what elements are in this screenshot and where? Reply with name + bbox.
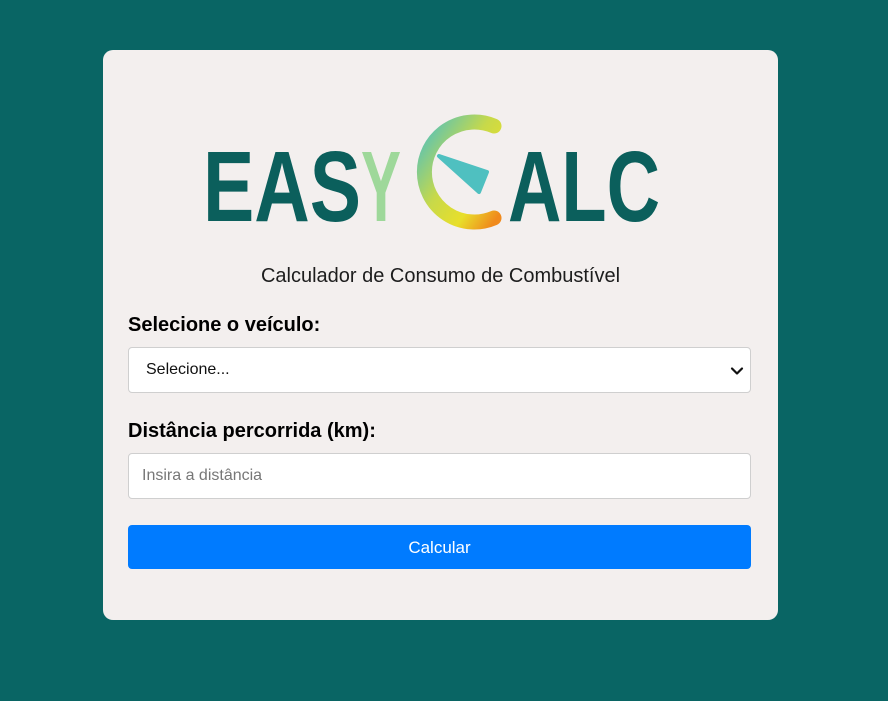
page-subtitle: Calculador de Consumo de Combustível — [260, 265, 621, 287]
svg-text:EAS: EAS — [203, 131, 361, 240]
logo-graphic: EAS Y ALC — [203, 114, 660, 240]
distance-input[interactable] — [128, 453, 751, 499]
svg-text:ALC: ALC — [508, 131, 660, 240]
vehicle-select-value: Selecione... — [146, 361, 230, 378]
calculator-card: EAS Y ALC Calculador de Consumo de Combu… — [103, 50, 778, 620]
easycalc-logo: EAS Y ALC — [203, 108, 665, 240]
calculate-button[interactable]: Calcular — [128, 525, 751, 569]
vehicle-select[interactable]: Selecione... — [128, 347, 751, 393]
distance-label: Distância percorrida (km): — [128, 420, 376, 442]
vehicle-label: Selecione o veículo: — [128, 314, 321, 336]
chevron-down-icon — [730, 367, 744, 375]
svg-text:Y: Y — [361, 131, 401, 240]
